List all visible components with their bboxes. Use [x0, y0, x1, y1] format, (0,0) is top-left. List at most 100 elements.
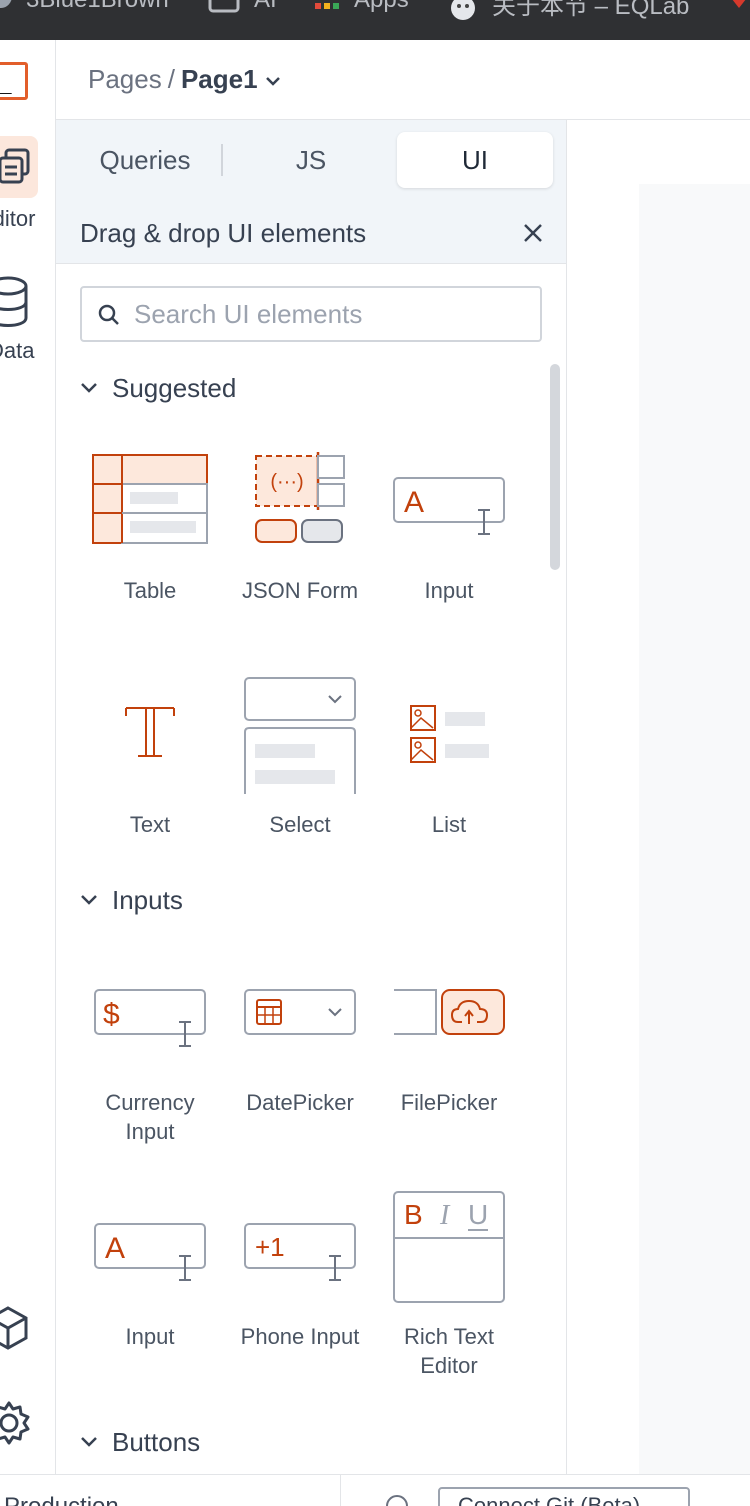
scrollbar[interactable]	[550, 364, 560, 570]
database-icon[interactable]	[0, 276, 30, 328]
widget-label-json-form: JSON Form	[241, 578, 359, 603]
widget-card-phone-input[interactable]: +1 Phone Input	[230, 1222, 370, 1382]
widget-card-datepicker[interactable]: DatePicker	[230, 988, 370, 1148]
close-icon[interactable]	[520, 220, 546, 246]
section-buttons[interactable]: Buttons	[80, 1422, 200, 1462]
gear-icon[interactable]	[0, 1400, 32, 1446]
table-widget-icon	[92, 454, 208, 544]
bookmark-ai[interactable]: AI	[208, 0, 277, 14]
text-widget-icon	[125, 707, 175, 757]
widget-card-rich-text-editor[interactable]: B I U Rich Text Editor	[379, 1190, 519, 1390]
folder-icon	[208, 0, 240, 13]
input-widget-icon: A	[94, 1223, 206, 1281]
connect-git-label: Connect Git (Beta)	[458, 1493, 641, 1506]
bookmark-label: AI	[254, 0, 277, 13]
bottom-bar: Production Connect Git (Beta)	[0, 1474, 750, 1506]
cube-packages-icon[interactable]	[0, 1304, 30, 1352]
editor-pages-icon	[0, 148, 30, 184]
section-suggested[interactable]: Suggested	[80, 368, 236, 408]
page-header: Pages / Page1	[56, 40, 750, 120]
widget-label-filepicker: FilePicker	[400, 1090, 498, 1115]
connect-git-button[interactable]: Connect Git (Beta)	[438, 1487, 690, 1506]
chevron-down-icon	[81, 1437, 97, 1447]
widget-card-select[interactable]: Select	[230, 676, 370, 837]
widgets-pane-header: Drag & drop UI elements	[56, 200, 566, 264]
widget-card-text[interactable]: Text	[80, 704, 220, 837]
environment-label[interactable]: Production	[4, 1493, 119, 1506]
bookmark-3blue1brown[interactable]: 3Blue1Brown	[26, 0, 169, 14]
phone-input-widget-icon: +1	[244, 1223, 356, 1281]
widget-card-input-2[interactable]: A Input	[80, 1222, 220, 1382]
currency-input-widget-icon: $	[94, 989, 206, 1047]
tab-js[interactable]: JS	[236, 132, 386, 188]
widget-card-list[interactable]: List	[379, 704, 519, 837]
section-label: Suggested	[112, 372, 237, 403]
breadcrumb-current-page[interactable]: Page1	[181, 64, 258, 94]
svg-text:A: A	[105, 1232, 125, 1265]
input-widget-icon: A	[393, 477, 505, 535]
svg-text:I: I	[439, 1200, 451, 1231]
widget-label-select: Select	[269, 812, 331, 837]
chevron-down-icon	[81, 895, 97, 905]
divider	[340, 1475, 341, 1506]
breadcrumb-pages[interactable]: Pages	[88, 64, 162, 94]
filepicker-widget-icon	[394, 989, 505, 1035]
section-inputs[interactable]: Inputs	[80, 880, 183, 920]
bookmark-apps[interactable]: Apps	[314, 0, 409, 14]
explorer-panel: Queries JS UI Drag & drop UI elements Su…	[56, 120, 567, 1474]
widget-label-datepicker: DatePicker	[246, 1090, 354, 1115]
widget-label-input: Input	[424, 578, 474, 603]
section-label: Inputs	[112, 884, 183, 915]
site-favicon-icon	[451, 0, 475, 20]
widget-card-filepicker[interactable]: FilePicker	[379, 988, 519, 1148]
widget-label-text: Text	[129, 812, 171, 837]
list-widget-icon	[410, 705, 489, 763]
widget-card-json-form[interactable]: (···) JSON Form	[230, 452, 370, 632]
datepicker-widget-icon	[244, 989, 356, 1035]
svg-text:+1: +1	[255, 1232, 285, 1262]
widget-label-table: Table	[123, 578, 177, 603]
search-field[interactable]	[80, 286, 542, 342]
pane-title: Drag & drop UI elements	[80, 218, 367, 248]
bookmark-bar: 3Blue1Brown AI Apps 关于本节 – EQLab	[0, 0, 750, 40]
widget-card-currency-input[interactable]: $ Currency Input	[80, 988, 220, 1148]
rail-label-data: Data	[0, 338, 35, 363]
app-logo[interactable]: _	[0, 62, 28, 100]
bookmark-overflow-icon[interactable]	[728, 0, 750, 10]
bookmark-eqlab[interactable]: 关于本节 – EQLab	[448, 0, 689, 22]
sidebar-rail: _ Editor Data	[0, 40, 56, 1474]
bookmark-label: 关于本节 – EQLab	[492, 0, 690, 20]
svg-text:B: B	[404, 1199, 423, 1230]
tab-ui[interactable]: UI	[397, 132, 553, 188]
search-input[interactable]	[134, 296, 524, 332]
select-widget-icon	[244, 677, 356, 794]
tab-divider	[221, 144, 223, 176]
widget-label-currency-input: Currency Input	[105, 1090, 195, 1144]
apps-grid-icon	[315, 2, 339, 9]
explorer-tabs: Queries JS UI	[56, 120, 566, 200]
chevron-down-icon	[81, 383, 97, 393]
widget-card-input[interactable]: A Input	[379, 476, 519, 636]
section-label: Buttons	[112, 1426, 201, 1457]
chevron-down-icon[interactable]	[264, 75, 282, 87]
input-letter-glyph: A	[404, 486, 424, 519]
svg-text:(···): (···)	[270, 471, 303, 493]
rail-label-editor: Editor	[0, 206, 36, 231]
widget-label-list: List	[431, 812, 467, 837]
json-form-widget-icon: (···)	[255, 452, 345, 543]
widget-label-input: Input	[125, 1324, 175, 1349]
canvas-area	[567, 120, 750, 1474]
widget-label-phone-input: Phone Input	[240, 1324, 360, 1349]
breadcrumb-separator: /	[167, 64, 175, 94]
rail-item-editor[interactable]	[0, 136, 38, 198]
channel-avatar-icon	[0, 0, 12, 8]
svg-text:U: U	[468, 1199, 488, 1230]
widget-label-rich-text-editor: Rich Text Editor	[403, 1324, 495, 1378]
breadcrumb: Pages / Page1	[88, 64, 282, 95]
rich-text-editor-widget-icon: B I U	[393, 1191, 505, 1303]
canvas[interactable]	[639, 184, 750, 1474]
git-icon	[386, 1495, 408, 1506]
tab-queries[interactable]: Queries	[70, 132, 220, 188]
widget-card-table[interactable]: Table	[80, 454, 220, 634]
search-icon	[98, 304, 119, 325]
